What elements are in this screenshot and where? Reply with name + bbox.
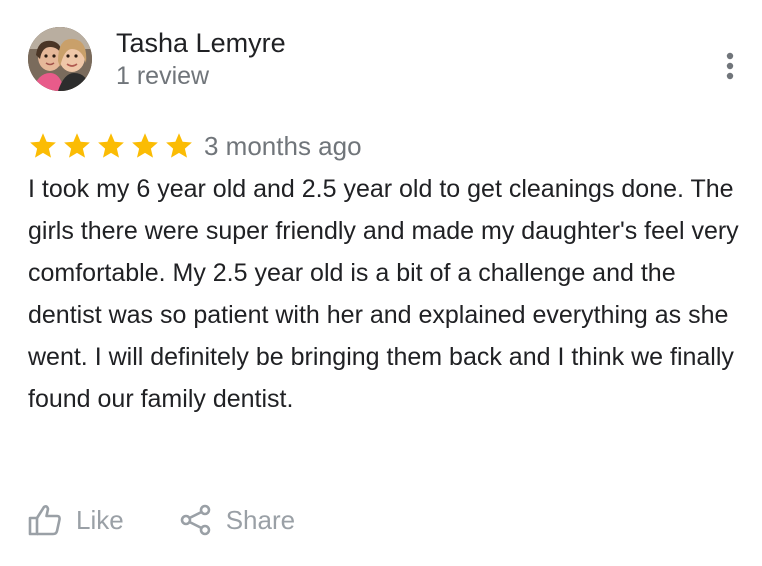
review-actions: Like Share <box>28 498 295 542</box>
author-review-count: 1 review <box>116 62 210 90</box>
more-options-button[interactable] <box>718 48 742 84</box>
share-label: Share <box>225 504 296 535</box>
star-icon <box>98 133 124 158</box>
star-rating <box>28 131 198 161</box>
share-icon <box>180 504 211 536</box>
rating-row: 3 months ago <box>28 126 362 166</box>
review-text: I took my 6 year old and 2.5 year old to… <box>28 175 739 413</box>
star-icon <box>64 133 90 158</box>
like-label: Like <box>76 504 124 535</box>
author-info: Tasha Lemyre 1 review <box>116 26 286 92</box>
star-icon <box>132 133 158 158</box>
review-date: 3 months ago <box>204 130 362 161</box>
star-icon <box>30 133 56 158</box>
more-vert-icon <box>726 52 734 80</box>
review-card: Tasha Lemyre 1 review 3 months ago I too… <box>0 0 762 566</box>
review-header: Tasha Lemyre 1 review <box>28 26 286 92</box>
author-name[interactable]: Tasha Lemyre <box>116 26 286 60</box>
like-button[interactable]: Like <box>28 504 124 536</box>
author-avatar[interactable] <box>28 27 92 91</box>
share-button[interactable]: Share <box>180 504 295 536</box>
star-icon <box>166 133 192 158</box>
thumb-up-icon <box>28 505 61 536</box>
